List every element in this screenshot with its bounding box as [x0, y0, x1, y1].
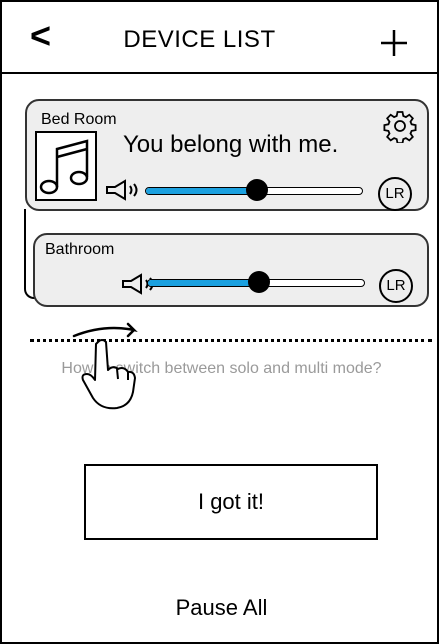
device-card-bed-room[interactable]: Bed Room You belong with me. LR	[25, 99, 429, 211]
album-artwork	[35, 131, 97, 201]
gear-icon	[383, 111, 417, 145]
pointing-hand-icon	[72, 322, 138, 410]
volume-knob[interactable]	[248, 271, 271, 293]
swipe-arrow-icon	[72, 322, 138, 338]
volume-button[interactable]	[105, 179, 143, 201]
volume-fill	[146, 188, 259, 194]
volume-slider[interactable]	[145, 177, 365, 207]
app-frame: < DEVICE LIST Bed Room You belong with m…	[0, 0, 439, 644]
settings-button[interactable]	[383, 109, 417, 145]
channel-lr-button[interactable]: LR	[379, 269, 413, 303]
device-room-name: Bathroom	[45, 241, 115, 258]
add-device-button[interactable]	[374, 22, 414, 62]
channel-lr-button[interactable]: LR	[378, 177, 412, 211]
plus-icon	[381, 30, 407, 56]
music-note-icon	[35, 131, 97, 201]
speaker-icon	[106, 179, 138, 201]
volume-fill	[148, 280, 261, 286]
top-bar: < DEVICE LIST	[2, 2, 437, 74]
device-room-name: Bed Room	[41, 111, 117, 128]
page-title: DEVICE LIST	[123, 26, 276, 53]
volume-knob[interactable]	[246, 179, 269, 201]
now-playing-title: You belong with me.	[123, 131, 339, 158]
volume-slider[interactable]	[147, 269, 367, 299]
device-card-bathroom[interactable]: Bathroom LR	[33, 233, 429, 307]
pause-all-button[interactable]: Pause All	[2, 595, 439, 621]
got-it-button[interactable]: I got it!	[84, 464, 378, 540]
